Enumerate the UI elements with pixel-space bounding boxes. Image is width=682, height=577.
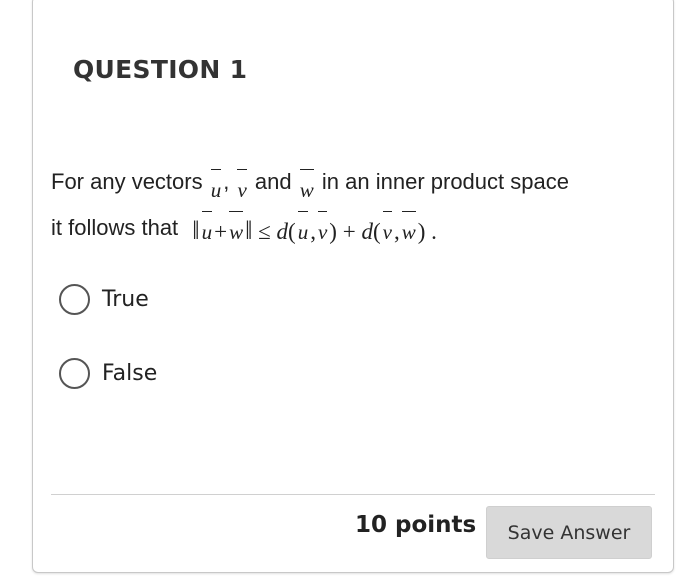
- formula-plus-2: +: [342, 219, 356, 244]
- formula-vector-w: w: [227, 211, 245, 251]
- question-text-part1: For any vectors: [51, 169, 203, 194]
- radio-true[interactable]: [59, 284, 90, 315]
- norm-close: ‖: [245, 216, 253, 245]
- inequality-formula: ‖u+w‖ ≤ d(u,v) + d(v,w) .: [192, 211, 437, 251]
- option-false-label: False: [102, 361, 158, 386]
- points-label: 10 points: [355, 512, 477, 538]
- formula-plus: +: [214, 219, 228, 244]
- option-true-label: True: [102, 287, 149, 312]
- formula-d2-w: w: [400, 211, 418, 251]
- question-text-part2: in an inner product space: [321, 169, 569, 194]
- vector-v: v: [235, 169, 248, 209]
- formula-vector-u: u: [200, 211, 215, 251]
- question-card: QUESTION 1 For any vectors u, v and w in…: [32, 0, 674, 573]
- formula-d1-u: u: [296, 211, 311, 251]
- formula-d2-v: v: [381, 211, 394, 251]
- radio-false[interactable]: [59, 358, 90, 389]
- formula-end: .: [431, 219, 437, 244]
- option-false[interactable]: False: [59, 358, 157, 389]
- vector-w: w: [298, 169, 316, 209]
- formula-distance-2: d: [361, 219, 373, 244]
- question-text: For any vectors u, v and w in an inner p…: [51, 163, 651, 251]
- norm-open: ‖: [192, 216, 200, 245]
- question-title: QUESTION 1: [73, 55, 248, 84]
- formula-distance-1: d: [276, 219, 289, 244]
- option-true[interactable]: True: [59, 284, 149, 315]
- vector-u: u: [209, 169, 224, 209]
- question-text-part3: it follows that: [51, 215, 179, 240]
- question-text-and: and: [254, 169, 292, 194]
- formula-d1-v: v: [316, 211, 329, 251]
- footer-divider: [51, 494, 655, 495]
- formula-leq: ≤: [258, 219, 271, 244]
- save-answer-button[interactable]: Save Answer: [486, 506, 652, 559]
